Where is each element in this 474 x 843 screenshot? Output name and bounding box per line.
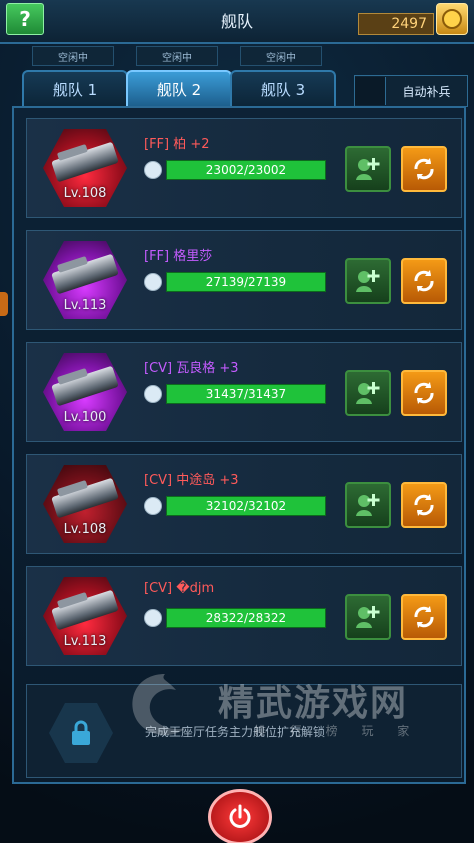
swap-ship-button[interactable]	[401, 146, 447, 192]
tab-fleet-1[interactable]: 舰队 1	[22, 70, 128, 106]
crew-icon	[144, 273, 162, 291]
ship-name: [CV] 中途岛 +3	[144, 473, 239, 488]
crew-icon	[144, 609, 162, 627]
add-crew-button[interactable]	[345, 594, 391, 640]
crew-icon	[144, 161, 162, 179]
tab-fleet-3[interactable]: 舰队 3	[230, 70, 336, 106]
ship-level: Lv.113	[63, 298, 107, 313]
ship-card[interactable]: Lv.108 [FF] 柏 +2 23002/23002	[26, 118, 462, 218]
add-crew-button[interactable]	[345, 146, 391, 192]
ship-hp-bar: 28322/28322	[166, 608, 326, 628]
fleet-screen: ? 舰队 2497 空闲中 空闲中 空闲中 舰队 1 舰队 2 舰队 3 自动补…	[0, 0, 474, 843]
ship-hp-bar: 32102/32102	[166, 496, 326, 516]
ship-portrait[interactable]: Lv.113	[43, 241, 127, 319]
auto-refill-label: 自动补兵	[402, 84, 451, 99]
ship-card[interactable]: Lv.113 [CV] �djm 28322/28322	[26, 566, 462, 666]
coin-counter: 2497	[358, 13, 434, 35]
ship-portrait[interactable]: Lv.108	[43, 465, 127, 543]
add-crew-button[interactable]	[345, 258, 391, 304]
ship-portrait[interactable]: Lv.113	[43, 577, 127, 655]
ship-icon	[51, 141, 119, 183]
add-crew-icon	[356, 494, 380, 516]
add-crew-button[interactable]	[345, 370, 391, 416]
swap-ship-button[interactable]	[401, 594, 447, 640]
side-drawer-handle[interactable]	[0, 292, 8, 316]
swap-ship-button[interactable]	[401, 258, 447, 304]
lock-icon	[49, 703, 113, 763]
swap-ship-button[interactable]	[401, 482, 447, 528]
coin-icon[interactable]	[436, 3, 468, 35]
ship-card[interactable]: Lv.113 [FF] 格里莎 27139/27139	[26, 230, 462, 330]
add-crew-icon	[356, 606, 380, 628]
refresh-icon	[414, 270, 434, 292]
ship-hp-bar: 31437/31437	[166, 384, 326, 404]
ship-level: Lv.108	[63, 522, 107, 537]
crew-icon	[144, 385, 162, 403]
ship-level: Lv.108	[63, 186, 107, 201]
swap-ship-button[interactable]	[401, 370, 447, 416]
locked-slot: 完成王座厅任务主力舰位扩充解锁	[26, 684, 462, 778]
ship-name: [FF] 格里莎	[144, 249, 213, 264]
refresh-icon	[414, 382, 434, 404]
ship-name: [CV] 瓦良格 +3	[144, 361, 239, 376]
power-icon	[229, 804, 251, 828]
ship-hp-bar: 27139/27139	[166, 272, 326, 292]
ship-icon	[51, 477, 119, 519]
ship-portrait[interactable]: Lv.100	[43, 353, 127, 431]
add-crew-button[interactable]	[345, 482, 391, 528]
ship-portrait[interactable]: Lv.108	[43, 129, 127, 207]
auto-refill-checkbox[interactable]	[355, 77, 386, 105]
fleet-2-status: 空闲中	[136, 46, 218, 66]
fleet-1-status: 空闲中	[32, 46, 114, 66]
ship-level: Lv.113	[63, 634, 107, 649]
ship-name: [FF] 柏 +2	[144, 137, 210, 152]
fleet-panel: Lv.108 [FF] 柏 +2 23002/23002 Lv.113 [FF]…	[12, 106, 466, 784]
ship-icon	[51, 253, 119, 295]
refresh-icon	[414, 494, 434, 516]
tab-fleet-2[interactable]: 舰队 2	[126, 70, 232, 106]
fleet-3-status: 空闲中	[240, 46, 322, 66]
ship-card[interactable]: Lv.108 [CV] 中途岛 +3 32102/32102	[26, 454, 462, 554]
auto-refill-toggle[interactable]: 自动补兵	[354, 75, 468, 107]
crew-icon	[144, 497, 162, 515]
locked-slot-text: 完成王座厅任务主力舰位扩充解锁	[145, 725, 326, 739]
refresh-icon	[414, 606, 434, 628]
add-crew-icon	[356, 382, 380, 404]
add-crew-icon	[356, 270, 380, 292]
ship-icon	[51, 365, 119, 407]
refresh-icon	[414, 158, 434, 180]
ship-hp-bar: 23002/23002	[166, 160, 326, 180]
ship-level: Lv.100	[63, 410, 107, 425]
ship-icon	[51, 589, 119, 631]
power-button[interactable]	[208, 789, 272, 843]
add-crew-icon	[356, 158, 380, 180]
top-bar: ? 舰队 2497	[0, 0, 474, 44]
ship-card[interactable]: Lv.100 [CV] 瓦良格 +3 31437/31437	[26, 342, 462, 442]
ship-name: [CV] �djm	[144, 581, 215, 596]
